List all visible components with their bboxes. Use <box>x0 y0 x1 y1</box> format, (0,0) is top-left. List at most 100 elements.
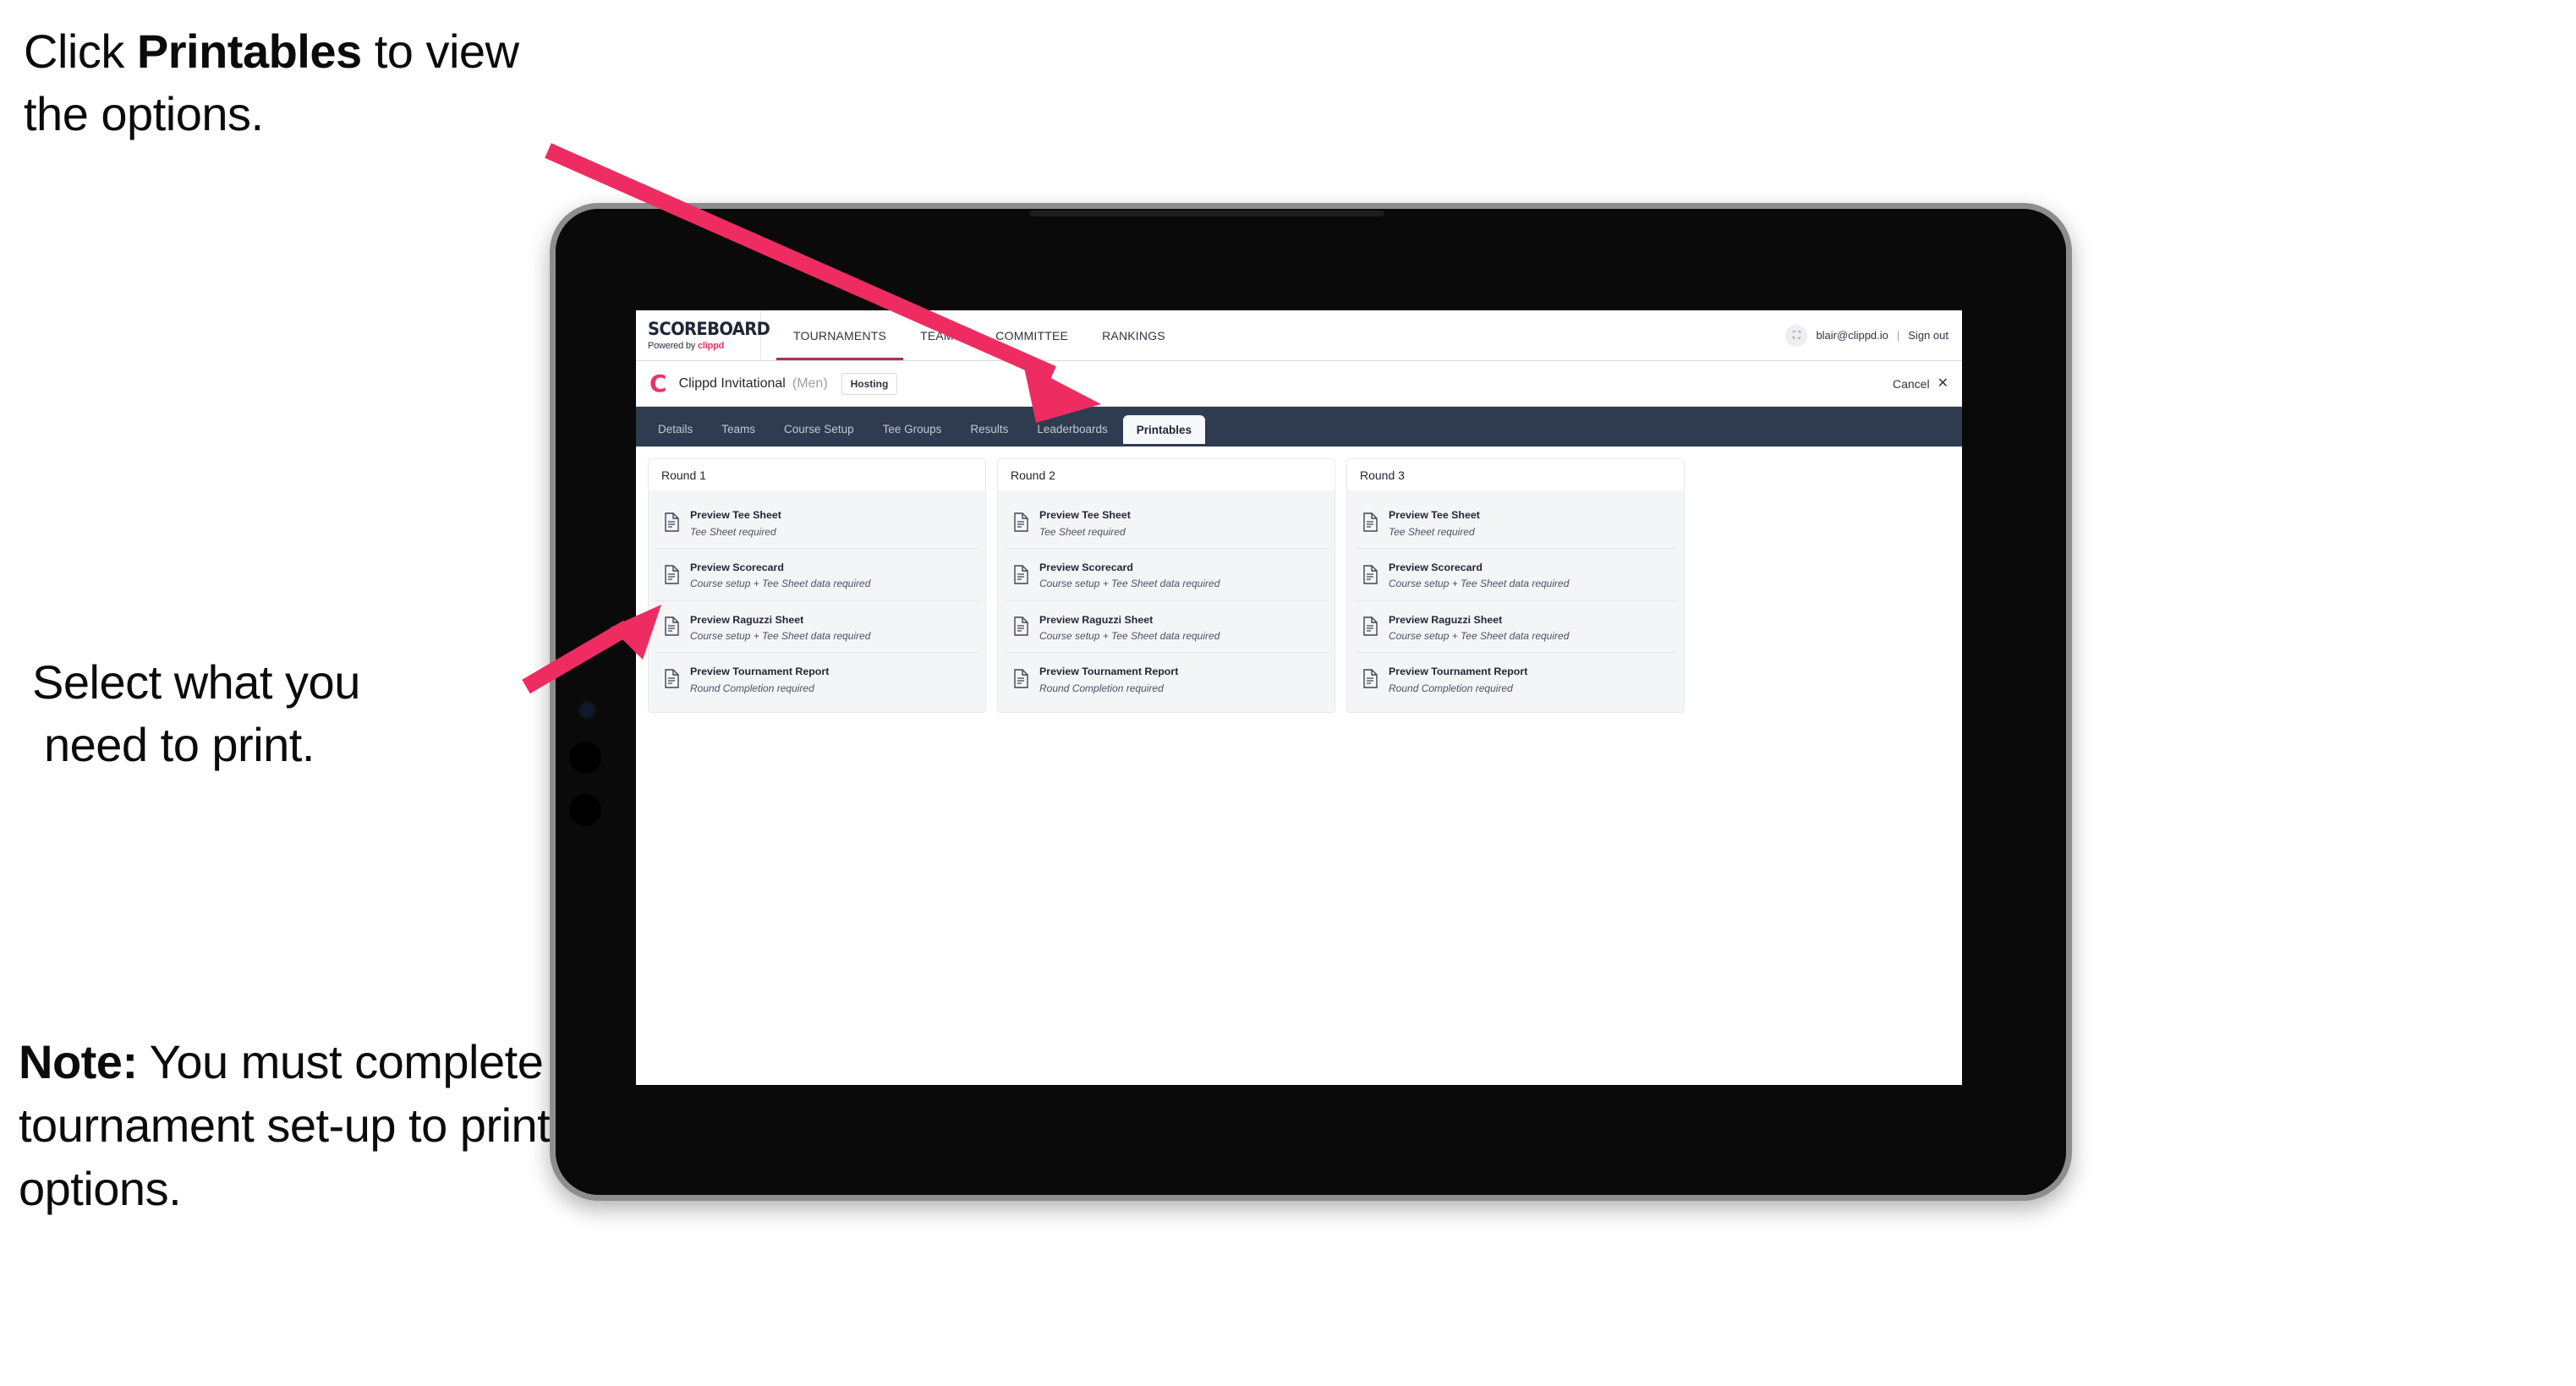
nav-label: TEAMS <box>920 328 962 342</box>
printable-item-tournament-report[interactable]: Preview Tournament Report Round Completi… <box>655 653 978 705</box>
printable-item-tee-sheet[interactable]: Preview Tee Sheet Tee Sheet required <box>1005 496 1328 549</box>
tab-label: Tee Groups <box>882 423 942 436</box>
printable-item-title: Preview Tournament Report <box>1389 666 1528 678</box>
callout-2-line1: Select what you <box>32 655 360 709</box>
printable-item-tournament-report[interactable]: Preview Tournament Report Round Completi… <box>1005 653 1328 705</box>
tournament-tab-bar: Details Teams Course Setup Tee Groups Re… <box>636 407 1962 446</box>
printable-item-text: Preview Tournament Report Round Completi… <box>1039 662 1178 695</box>
document-icon <box>1013 616 1029 637</box>
brand-logo[interactable]: SCOREBOARD Powered by clippd <box>636 310 770 360</box>
app-viewport: SCOREBOARD Powered by clippd TOURNAMENTS… <box>636 310 1962 1085</box>
round-items-list: Preview Tee Sheet Tee Sheet required Pre… <box>649 490 985 713</box>
primary-navigation: TOURNAMENTS TEAMS COMMITTEE RANKINGS <box>776 310 1182 360</box>
printable-item-title: Preview Scorecard <box>1389 561 1483 573</box>
printable-item-requirement: Round Completion required <box>1389 682 1513 694</box>
brand-clippd-word: clippd <box>697 340 725 351</box>
brand-subtitle: Powered by clippd <box>648 341 760 351</box>
round-items-list: Preview Tee Sheet Tee Sheet required Pre… <box>1347 490 1684 713</box>
printable-item-title: Preview Tee Sheet <box>1039 509 1131 521</box>
callout-1-prefix: Click <box>24 25 137 78</box>
tab-label: Results <box>970 423 1009 436</box>
tablet-volume-up-button[interactable] <box>569 742 601 774</box>
tablet-volume-down-button[interactable] <box>569 794 601 826</box>
tab-teams[interactable]: Teams <box>708 412 769 446</box>
nav-separator: | <box>1896 329 1900 342</box>
tab-label: Course Setup <box>784 423 854 436</box>
tab-course-setup[interactable]: Course Setup <box>770 412 868 446</box>
printable-item-title: Preview Tournament Report <box>690 666 830 678</box>
printable-item-raguzzi-sheet[interactable]: Preview Raguzzi Sheet Course setup + Tee… <box>1354 600 1677 654</box>
avatar-glyph: ⛶ <box>1793 329 1800 341</box>
tablet-speaker-grille <box>1029 211 1384 216</box>
brand-powered-by: Powered by <box>648 340 698 351</box>
tab-details[interactable]: Details <box>644 412 706 446</box>
printable-item-requirement: Course setup + Tee Sheet data required <box>1389 578 1570 590</box>
tab-leaderboards[interactable]: Leaderboards <box>1023 412 1121 446</box>
tab-label: Teams <box>721 423 756 436</box>
callout-3-bold: Note: <box>19 1035 138 1088</box>
document-icon <box>664 669 680 688</box>
user-avatar-icon[interactable]: ⛶ <box>1785 324 1808 347</box>
printable-item-text: Preview Raguzzi Sheet Course setup + Tee… <box>1039 611 1219 644</box>
document-icon <box>664 564 680 584</box>
printable-item-requirement: Course setup + Tee Sheet data required <box>690 578 871 590</box>
printable-item-title: Preview Scorecard <box>690 561 784 573</box>
printable-item-requirement: Round Completion required <box>690 682 814 694</box>
printable-item-text: Preview Scorecard Course setup + Tee She… <box>1039 558 1219 591</box>
nav-item-rankings[interactable]: RANKINGS <box>1085 310 1182 360</box>
sign-out-link[interactable]: Sign out <box>1908 329 1948 342</box>
tab-results[interactable]: Results <box>956 412 1022 446</box>
tournament-gender-label: (Men) <box>792 375 828 391</box>
printable-item-requirement: Tee Sheet required <box>1039 525 1126 538</box>
printable-item-title: Preview Raguzzi Sheet <box>1389 613 1503 626</box>
user-email-label: blair@clippd.io <box>1816 329 1888 342</box>
nav-item-teams[interactable]: TEAMS <box>903 310 978 360</box>
round-title: Round 3 <box>1347 459 1684 490</box>
screenshot-root: Click Printables to view the options. Se… <box>0 0 2576 1386</box>
tablet-device-frame: SCOREBOARD Powered by clippd TOURNAMENTS… <box>550 203 2072 1201</box>
tab-label: Leaderboards <box>1037 423 1108 436</box>
document-icon <box>1362 669 1378 688</box>
printable-item-text: Preview Tee Sheet Tee Sheet required <box>1039 506 1131 539</box>
nav-item-tournaments[interactable]: TOURNAMENTS <box>776 310 904 360</box>
callout-text-select-print: Select what you need to print. <box>32 651 573 776</box>
callout-1-bold: Printables <box>136 25 362 78</box>
tab-label: Printables <box>1136 423 1192 436</box>
printable-item-scorecard[interactable]: Preview Scorecard Course setup + Tee She… <box>655 548 978 601</box>
tab-tee-groups[interactable]: Tee Groups <box>869 412 956 446</box>
hosting-status-badge: Hosting <box>841 372 898 395</box>
printable-item-raguzzi-sheet[interactable]: Preview Raguzzi Sheet Course setup + Tee… <box>1005 600 1328 654</box>
tablet-screen-bezel: SCOREBOARD Powered by clippd TOURNAMENTS… <box>556 209 2066 1195</box>
printable-item-tournament-report[interactable]: Preview Tournament Report Round Completi… <box>1354 653 1677 705</box>
global-header: SCOREBOARD Powered by clippd TOURNAMENTS… <box>636 310 1962 361</box>
round-card: Round 3 Preview Tee Sheet Tee Sheet requ… <box>1346 458 1685 714</box>
printable-item-text: Preview Raguzzi Sheet Course setup + Tee… <box>1389 611 1569 644</box>
printable-item-requirement: Tee Sheet required <box>690 525 776 538</box>
printable-item-tee-sheet[interactable]: Preview Tee Sheet Tee Sheet required <box>1354 496 1677 549</box>
round-card: Round 2 Preview Tee Sheet Tee Sheet requ… <box>997 458 1335 714</box>
round-title: Round 2 <box>998 459 1335 490</box>
brand-title: SCOREBOARD <box>648 318 770 339</box>
callout-text-click-printables: Click Printables to view the options. <box>24 20 565 145</box>
printable-item-scorecard[interactable]: Preview Scorecard Course setup + Tee She… <box>1005 548 1328 601</box>
callout-2-line2: need to print. <box>44 717 315 771</box>
close-x-icon: ✕ <box>1937 375 1948 391</box>
printable-item-requirement: Course setup + Tee Sheet data required <box>690 630 871 643</box>
document-icon <box>1362 564 1378 584</box>
printable-item-title: Preview Raguzzi Sheet <box>1039 613 1154 626</box>
printable-item-tee-sheet[interactable]: Preview Tee Sheet Tee Sheet required <box>655 496 978 549</box>
document-icon <box>1013 512 1029 532</box>
printable-item-text: Preview Tournament Report Round Completi… <box>690 662 829 695</box>
tab-label: Details <box>658 423 693 436</box>
printable-item-requirement: Tee Sheet required <box>1389 525 1475 538</box>
printable-item-scorecard[interactable]: Preview Scorecard Course setup + Tee She… <box>1354 548 1677 601</box>
printable-item-title: Preview Tee Sheet <box>690 509 781 521</box>
printable-item-raguzzi-sheet[interactable]: Preview Raguzzi Sheet Course setup + Tee… <box>655 600 978 654</box>
round-title: Round 1 <box>649 459 985 490</box>
printable-item-title: Preview Scorecard <box>1039 561 1133 573</box>
cancel-button[interactable]: Cancel ✕ <box>1893 375 1948 391</box>
tab-printables[interactable]: Printables <box>1122 415 1206 444</box>
round-items-list: Preview Tee Sheet Tee Sheet required Pre… <box>998 490 1335 713</box>
nav-item-committee[interactable]: COMMITTEE <box>978 310 1085 360</box>
printable-item-title: Preview Tournament Report <box>1039 666 1179 678</box>
